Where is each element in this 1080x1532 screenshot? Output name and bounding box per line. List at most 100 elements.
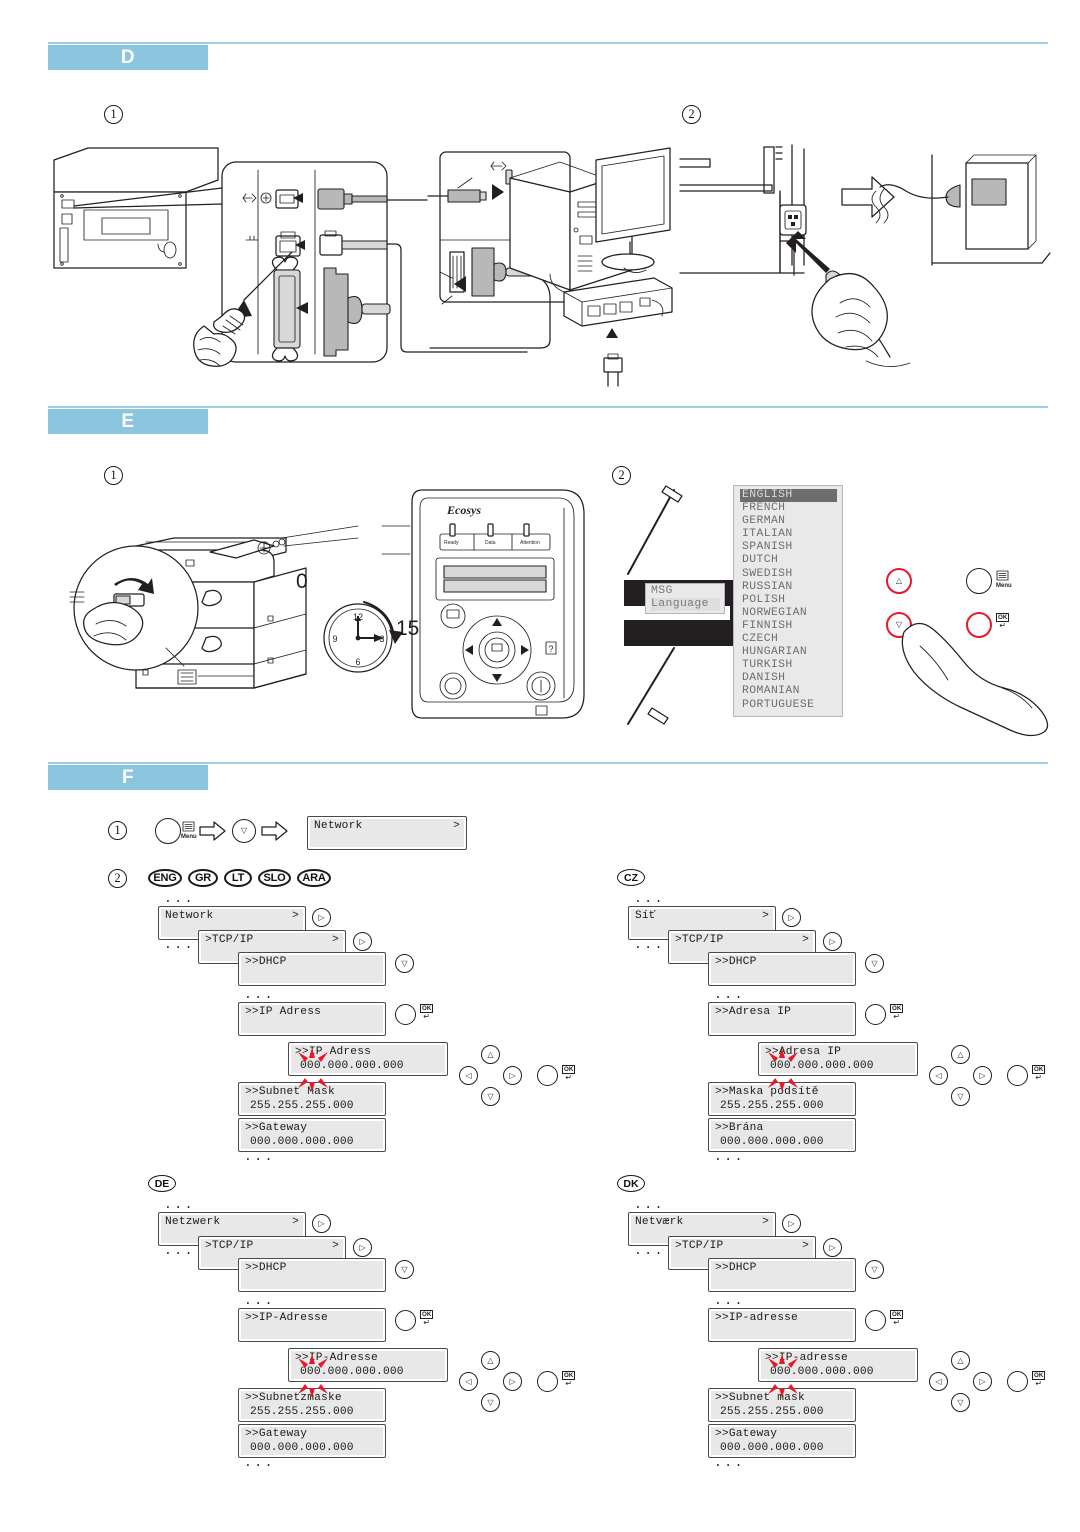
f1-down-key[interactable]: ▽ <box>232 819 256 843</box>
language-option-finnish[interactable]: FINNISH <box>740 620 837 633</box>
language-option-italian[interactable]: ITALIAN <box>740 528 837 541</box>
dk-down-arrow-icon: ▽ <box>871 1264 878 1274</box>
eng-right-key-1[interactable]: ▷ <box>312 908 331 927</box>
eng-nav-up-key[interactable]: △ <box>481 1045 500 1064</box>
cz-subnet-value: 255.255.255.000 <box>720 1100 824 1112</box>
dk-nav-up-key[interactable]: △ <box>951 1351 970 1370</box>
menu-flow-panel-dk: ... Netværk > ▷ ... >TCP/IP > ▷ >>DHCP ▽… <box>620 1196 1080 1474</box>
cz-tcpip-label: >TCP/IP <box>675 934 724 946</box>
language-option-french[interactable]: FRENCH <box>740 502 837 515</box>
de-nav-up-key[interactable]: △ <box>481 1351 500 1370</box>
dk-ok-key-1[interactable] <box>865 1310 886 1331</box>
de-right-key-1[interactable]: ▷ <box>312 1214 331 1233</box>
language-option-russian[interactable]: RUSSIAN <box>740 581 837 594</box>
eng-ok-key-1[interactable] <box>395 1004 416 1025</box>
dk-network-label: Netværk <box>635 1216 684 1228</box>
section-f-rule <box>48 762 1048 764</box>
language-option-czech[interactable]: CZECH <box>740 633 837 646</box>
language-option-polish[interactable]: POLISH <box>740 594 837 607</box>
up-key-highlighted[interactable]: △ <box>886 568 912 594</box>
msg-display-line1: MSG <box>651 585 673 597</box>
dk-ok-key-2[interactable] <box>1007 1371 1028 1392</box>
de-right-key-2[interactable]: ▷ <box>353 1238 372 1257</box>
dk-nav-down-key[interactable]: ▽ <box>951 1393 970 1412</box>
f1-arrow-1-icon <box>199 821 226 841</box>
dk-dhcp-label: >>DHCP <box>715 1262 757 1274</box>
cz-network-arrow: > <box>762 910 769 922</box>
cz-right-key-1[interactable]: ▷ <box>782 908 801 927</box>
eng-nav-left-key[interactable]: ◁ <box>459 1066 478 1085</box>
eng-right-arrow-icon-2: ▷ <box>359 936 366 946</box>
cz-nav-right-key[interactable]: ▷ <box>973 1066 992 1085</box>
cz-ok-key-1[interactable] <box>865 1004 886 1025</box>
dk-dots-mid: ... <box>714 1293 745 1308</box>
cz-ok-icon-1: OK ↵ <box>890 1004 904 1021</box>
eng-nav-right-key[interactable]: ▷ <box>503 1066 522 1085</box>
language-list[interactable]: ENGLISH FRENCH GERMAN ITALIAN SPANISH DU… <box>733 485 843 717</box>
de-nav-down-key[interactable]: ▽ <box>481 1393 500 1412</box>
language-option-turkish[interactable]: TURKISH <box>740 659 837 672</box>
eng-dhcp-label: >>DHCP <box>245 956 287 968</box>
language-option-swedish[interactable]: SWEDISH <box>740 568 837 581</box>
de-ok-key-1[interactable] <box>395 1310 416 1331</box>
diagram-power-connection <box>679 144 1051 395</box>
f1-display-title: Network <box>314 820 363 832</box>
de-left-arrow-icon: ◁ <box>465 1376 472 1386</box>
menu-key[interactable] <box>966 568 992 594</box>
language-option-romanian[interactable]: ROMANIAN <box>740 685 837 698</box>
eng-gateway-display: >>Gateway 000.000.000.000 <box>238 1118 386 1152</box>
panel-brand-label: Ecosys <box>447 503 481 517</box>
eng-down-key[interactable]: ▽ <box>395 954 414 973</box>
menu-flow-panel-eng: ... Network > ▷ ... >TCP/IP > ▷ >>DHCP ▽… <box>150 890 620 1168</box>
eng-nav-down-arrow-icon: ▽ <box>487 1091 494 1101</box>
language-option-dutch[interactable]: DUTCH <box>740 554 837 567</box>
de-right-arrow-icon-1: ▷ <box>318 1218 325 1228</box>
language-option-norwegian[interactable]: NORWEGIAN <box>740 607 837 620</box>
dk-right-key-1[interactable]: ▷ <box>782 1214 801 1233</box>
eng-nav-down-key[interactable]: ▽ <box>481 1087 500 1106</box>
dk-nav-right-key[interactable]: ▷ <box>973 1372 992 1391</box>
eng-right-key-2[interactable]: ▷ <box>353 932 372 951</box>
eng-ip-display: >>IP Adress <box>238 1002 386 1036</box>
cz-nav-down-key[interactable]: ▽ <box>951 1087 970 1106</box>
diagram-printer-power-on: 12 3 6 9 <box>58 498 418 723</box>
language-option-spanish[interactable]: SPANISH <box>740 541 837 554</box>
badge-gr: GR <box>188 869 218 887</box>
de-ok-icon-2: OK ↵ <box>562 1371 576 1388</box>
cz-dots-bottom: ... <box>714 1149 745 1164</box>
f1-menu-key[interactable] <box>155 818 181 844</box>
language-option-german[interactable]: GERMAN <box>740 515 837 528</box>
cz-nav-left-key[interactable]: ◁ <box>929 1066 948 1085</box>
dk-up-arrow-icon: △ <box>957 1355 964 1365</box>
cz-down-key[interactable]: ▽ <box>865 954 884 973</box>
language-option-hungarian[interactable]: HUNGARIAN <box>740 646 837 659</box>
language-option-portuguese[interactable]: PORTUGUESE <box>740 699 837 712</box>
de-down-key[interactable]: ▽ <box>395 1260 414 1279</box>
de-nav-right-key[interactable]: ▷ <box>503 1372 522 1391</box>
menu-flow-panel-cz: ... Síť > ▷ ... >TCP/IP > ▷ >>DHCP ▽ ...… <box>620 890 1080 1168</box>
de-down-arrow-icon: ▽ <box>401 1264 408 1274</box>
section-e-tab: E <box>48 409 208 434</box>
dk-down-key[interactable]: ▽ <box>865 1260 884 1279</box>
dk-gateway-display: >>Gateway 000.000.000.000 <box>708 1424 856 1458</box>
cz-right-arrow-icon-2: ▷ <box>829 936 836 946</box>
de-nav-left-key[interactable]: ◁ <box>459 1372 478 1391</box>
section-d-header: D <box>0 40 1080 80</box>
menu-icon <box>996 570 1010 582</box>
de-dots-top: ... <box>164 1197 195 1212</box>
eng-ok-key-2[interactable] <box>537 1065 558 1086</box>
badge-lt: LT <box>224 869 252 887</box>
de-gateway-display: >>Gateway 000.000.000.000 <box>238 1424 386 1458</box>
cz-right-key-2[interactable]: ▷ <box>823 932 842 951</box>
language-option-english[interactable]: ENGLISH <box>740 489 837 503</box>
dk-left-arrow-icon: ◁ <box>935 1376 942 1386</box>
language-option-danish[interactable]: DANISH <box>740 672 837 685</box>
cz-nav-up-key[interactable]: △ <box>951 1045 970 1064</box>
section-e-rule <box>48 406 1048 408</box>
dk-right-key-2[interactable]: ▷ <box>823 1238 842 1257</box>
dk-nav-left-key[interactable]: ◁ <box>929 1372 948 1391</box>
de-ok-key-2[interactable] <box>537 1371 558 1392</box>
dk-right-arrow-icon-1: ▷ <box>788 1218 795 1228</box>
eng-gateway-label: >>Gateway <box>245 1122 308 1134</box>
cz-ok-key-2[interactable] <box>1007 1065 1028 1086</box>
